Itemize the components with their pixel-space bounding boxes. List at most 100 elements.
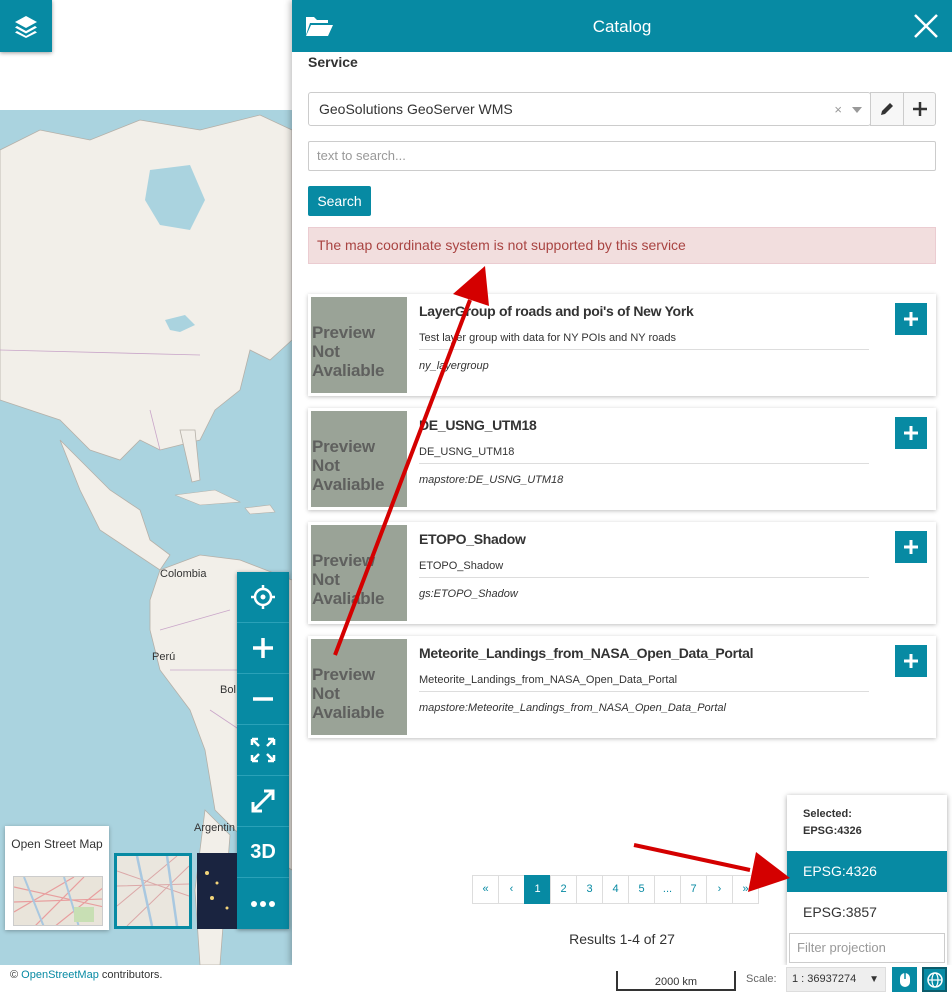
page-7[interactable]: 7	[680, 875, 707, 904]
page-1[interactable]: 1	[524, 875, 551, 904]
preview-text: Preview Not Avaliable	[312, 437, 385, 494]
osm-link[interactable]: OpenStreetMap	[21, 969, 99, 981]
record-card: Preview Not Avaliable ETOPO_Shadow ETOPO…	[308, 522, 936, 624]
zoom-in-button[interactable]	[237, 623, 289, 674]
close-icon[interactable]	[912, 12, 940, 40]
preview-text: Preview Not Avaliable	[312, 665, 385, 722]
ellipsis-icon	[251, 900, 275, 907]
service-select-value: GeoSolutions GeoServer WMS	[319, 101, 513, 117]
edit-service-button[interactable]	[870, 92, 904, 126]
add-service-button[interactable]	[903, 92, 936, 126]
attribution: © OpenStreetMap contributors.	[10, 969, 162, 981]
osm-thumbnail	[13, 876, 103, 926]
background-selector[interactable]: Open Street Map	[5, 826, 109, 930]
scale-label: Scale:	[746, 973, 777, 985]
add-layer-button[interactable]	[895, 531, 927, 563]
attribution-suffix: contributors.	[101, 969, 163, 981]
scalebar: 2000 km	[616, 971, 736, 991]
record-name: gs:ETOPO_Shadow	[419, 588, 518, 600]
projection-option-epsg4326[interactable]: EPSG:4326	[787, 851, 947, 892]
projection-selected: Selected: EPSG:4326	[803, 806, 862, 840]
crosshair-icon	[251, 585, 275, 609]
plus-icon	[904, 654, 918, 668]
plus-icon	[904, 540, 918, 554]
map-label-argentina: Argentin	[194, 822, 235, 834]
preview-text: Preview Not Avaliable	[312, 551, 385, 608]
more-button[interactable]	[237, 878, 289, 929]
background-tile-map[interactable]	[114, 853, 192, 929]
page-last[interactable]: »	[732, 875, 759, 904]
record-title: ETOPO_Shadow	[419, 531, 526, 547]
map-label-peru: Perú	[152, 651, 176, 663]
page-first[interactable]: «	[472, 875, 499, 904]
plus-icon	[912, 102, 927, 116]
service-select[interactable]: GeoSolutions GeoServer WMS ×	[308, 92, 871, 126]
page-3[interactable]: 3	[576, 875, 603, 904]
zoom-to-extent-button[interactable]	[237, 725, 289, 776]
add-layer-button[interactable]	[895, 645, 927, 677]
record-title: DE_USNG_UTM18	[419, 417, 537, 433]
3d-button[interactable]: 3D	[237, 827, 289, 878]
scale-select[interactable]: 1 : 36937274 ▼	[786, 967, 886, 992]
layers-icon	[15, 16, 37, 38]
catalog-header: Catalog	[292, 0, 952, 52]
record-card: Preview Not Avaliable Meteorite_Landings…	[308, 636, 936, 738]
background-tile-night[interactable]	[197, 853, 237, 929]
caret-down-icon: ▼	[869, 974, 879, 985]
page-prev[interactable]: ‹	[498, 875, 525, 904]
pagination: « ‹ 1 2 3 4 5 ... 7 › »	[472, 875, 759, 904]
record-card: Preview Not Avaliable DE_USNG_UTM18 DE_U…	[308, 408, 936, 510]
record-preview: Preview Not Avaliable	[311, 411, 407, 507]
record-description: ETOPO_Shadow	[419, 560, 869, 578]
plus-icon	[904, 426, 918, 440]
page-5[interactable]: 5	[628, 875, 655, 904]
search-button[interactable]: Search	[308, 186, 371, 216]
plus-icon	[253, 638, 273, 658]
map-toolbar: 3D	[237, 572, 289, 929]
fullscreen-button[interactable]	[237, 776, 289, 827]
record-description: DE_USNG_UTM18	[419, 446, 869, 464]
minus-icon	[253, 697, 273, 701]
record-title: LayerGroup of roads and poi's of New Yor…	[419, 303, 694, 319]
projection-option-epsg3857[interactable]: EPSG:3857	[787, 892, 947, 933]
globe-icon	[926, 971, 943, 988]
map-label-colombia: Colombia	[160, 568, 207, 580]
page-next[interactable]: ›	[706, 875, 733, 904]
chevron-down-icon[interactable]	[852, 107, 862, 113]
zoom-out-button[interactable]	[237, 674, 289, 725]
page-2[interactable]: 2	[550, 875, 577, 904]
attribution-prefix: ©	[10, 969, 19, 981]
record-name: ny_layergroup	[419, 360, 489, 372]
record-name: mapstore:DE_USNG_UTM18	[419, 474, 564, 486]
record-preview: Preview Not Avaliable	[311, 639, 407, 735]
expand-icon	[251, 789, 275, 813]
max-extent-icon	[250, 737, 276, 763]
map-label-bolivia: Bol	[220, 684, 236, 696]
record-preview: Preview Not Avaliable	[311, 525, 407, 621]
projection-filter-input[interactable]: Filter projection	[789, 933, 945, 963]
record-preview: Preview Not Avaliable	[311, 297, 407, 393]
clear-icon[interactable]: ×	[834, 102, 842, 117]
add-layer-button[interactable]	[895, 417, 927, 449]
layers-button[interactable]	[0, 0, 52, 52]
locate-button[interactable]	[237, 572, 289, 623]
crs-alert: The map coordinate system is not support…	[308, 227, 936, 264]
scale-value: 1 : 36937274	[792, 973, 857, 985]
add-layer-button[interactable]	[895, 303, 927, 335]
plus-icon	[904, 312, 918, 326]
record-name: mapstore:Meteorite_Landings_from_NASA_Op…	[419, 702, 726, 714]
projection-dropdown: Selected: EPSG:4326 EPSG:4326 EPSG:3857 …	[787, 795, 947, 965]
mouse-position-button[interactable]	[892, 967, 917, 992]
projection-selected-label: Selected:	[803, 808, 852, 820]
record-description: Test layer group with data for NY POIs a…	[419, 332, 869, 350]
record-title: Meteorite_Landings_from_NASA_Open_Data_P…	[419, 645, 754, 661]
catalog-title: Catalog	[592, 17, 652, 36]
crs-selector-button[interactable]	[922, 967, 947, 992]
record-card: Preview Not Avaliable LayerGroup of road…	[308, 294, 936, 396]
record-description: Meteorite_Landings_from_NASA_Open_Data_P…	[419, 674, 869, 692]
page-4[interactable]: 4	[602, 875, 629, 904]
service-label: Service	[308, 54, 358, 70]
mouse-icon	[899, 972, 910, 987]
search-input[interactable]: text to search...	[308, 141, 936, 171]
background-title: Open Street Map	[11, 837, 103, 851]
